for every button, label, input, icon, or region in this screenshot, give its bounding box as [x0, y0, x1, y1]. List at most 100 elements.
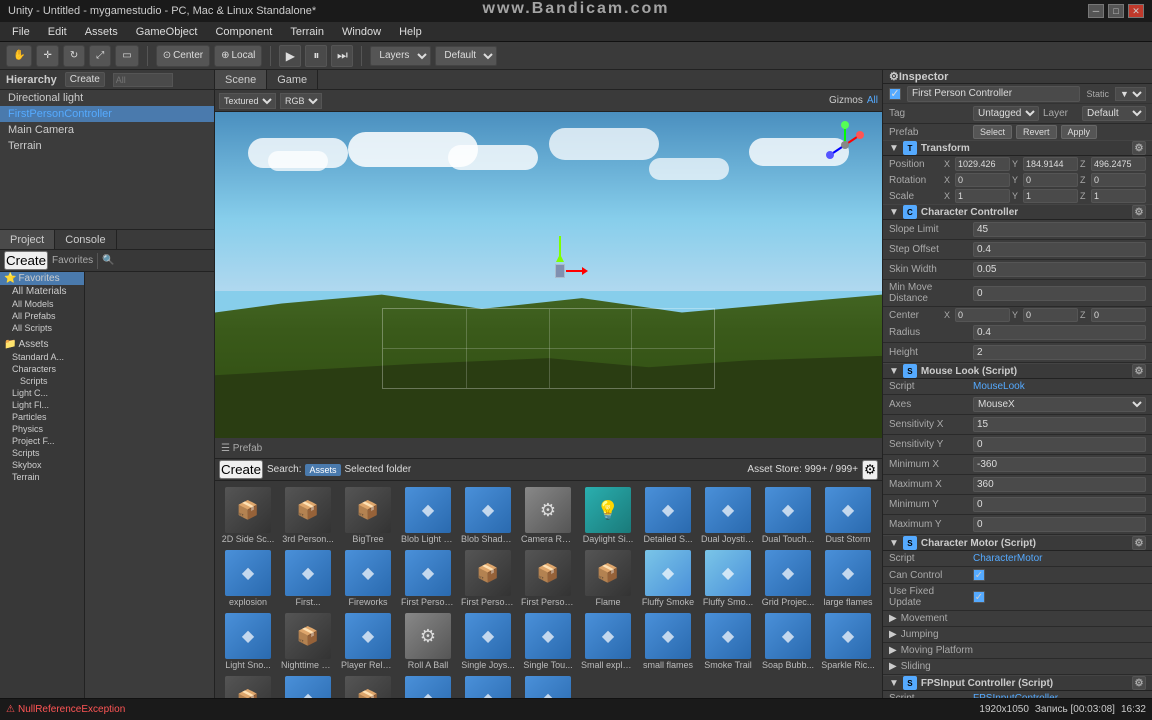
tree-all-models[interactable]: All Models — [0, 298, 84, 310]
asset-item[interactable]: ◆Single Joys... — [459, 611, 517, 672]
rot-y-input[interactable] — [1023, 173, 1078, 187]
asset-item[interactable]: ◆Sparks — [279, 674, 337, 698]
tree-project-f[interactable]: Project F... — [0, 435, 84, 447]
pos-z-input[interactable] — [1091, 157, 1146, 171]
hierarchy-item[interactable]: Directional light — [0, 90, 214, 106]
char-controller-header[interactable]: ▼ C Character Controller ⚙ — [883, 204, 1152, 220]
asset-item[interactable]: 📦BigTree — [339, 485, 397, 546]
use-fixed-checkbox[interactable]: ✓ — [973, 591, 985, 603]
obj-active-checkbox[interactable]: ✓ — [889, 88, 901, 100]
rot-z-input[interactable] — [1091, 173, 1146, 187]
tree-characters[interactable]: Characters — [0, 363, 84, 375]
minimize-button[interactable]: ─ — [1088, 4, 1104, 18]
asset-item[interactable]: ◆Smoke Trail — [699, 611, 757, 672]
hierarchy-item[interactable]: FirstPersonController — [0, 106, 214, 122]
tree-scripts2[interactable]: Scripts — [0, 447, 84, 459]
scale-x-input[interactable] — [955, 189, 1010, 203]
transform-header[interactable]: ▼ T Transform ⚙ — [883, 140, 1152, 156]
asset-item[interactable]: 📦Nighttime S... — [279, 611, 337, 672]
tree-all-prefabs[interactable]: All Prefabs — [0, 310, 84, 322]
asset-item[interactable]: 📦TapToMove... — [339, 674, 397, 698]
center-button[interactable]: ⊙ Center — [156, 45, 210, 67]
transform-cog[interactable]: ⚙ — [1132, 141, 1146, 155]
asset-item[interactable]: ◆Blob Light P... — [399, 485, 457, 546]
menu-item-terrain[interactable]: Terrain — [282, 24, 332, 40]
tree-standard[interactable]: Standard A... — [0, 351, 84, 363]
tab-game[interactable]: Game — [267, 70, 318, 89]
obj-name-input[interactable] — [907, 86, 1080, 102]
rotate-tool[interactable]: ↻ — [63, 45, 85, 67]
asset-item[interactable]: ◆Dual Touch... — [759, 485, 817, 546]
skin-width-input[interactable] — [973, 262, 1146, 277]
tree-light-fl[interactable]: Light Fl... — [0, 399, 84, 411]
move-tool[interactable]: ✛ — [36, 45, 58, 67]
asset-item[interactable]: 📦Sparks — [219, 674, 277, 698]
menu-item-file[interactable]: File — [4, 24, 38, 40]
asset-item[interactable]: ◆Detailed S... — [639, 485, 697, 546]
asset-item[interactable]: 📦Flame — [579, 548, 637, 609]
layers-dropdown[interactable]: Layers — [370, 46, 431, 66]
tree-light-c[interactable]: Light C... — [0, 387, 84, 399]
assets-tab-badge[interactable]: Assets — [305, 464, 340, 476]
rot-x-input[interactable] — [955, 173, 1010, 187]
select-button[interactable]: Select — [973, 125, 1012, 139]
layout-dropdown[interactable]: Default — [435, 46, 497, 66]
asset-item[interactable]: ⚙Roll A Ball — [399, 611, 457, 672]
cm-cog[interactable]: ⚙ — [1132, 536, 1146, 550]
scale-y-input[interactable] — [1023, 189, 1078, 203]
pause-button[interactable]: ⏸ — [305, 45, 327, 67]
menu-item-assets[interactable]: Assets — [77, 24, 126, 40]
assets-settings[interactable]: ⚙ — [862, 460, 878, 480]
local-button[interactable]: ⊕ Local — [214, 45, 262, 67]
rgb-dropdown[interactable]: RGB — [280, 93, 322, 109]
tab-scene[interactable]: Scene — [215, 70, 267, 89]
asset-item[interactable]: ⚙Camera Rel... — [519, 485, 577, 546]
tree-terrain[interactable]: Terrain — [0, 471, 84, 483]
asset-item[interactable]: ◆Light Sno... — [219, 611, 277, 672]
asset-item[interactable]: ◆First... — [279, 548, 337, 609]
center-y-input[interactable] — [1023, 308, 1078, 322]
tree-all-scripts[interactable]: All Scripts — [0, 322, 84, 334]
asset-item[interactable]: 💡Daylight Si... — [579, 485, 637, 546]
mouse-look-header[interactable]: ▼ S Mouse Look (Script) ⚙ — [883, 363, 1152, 379]
slope-input[interactable] — [973, 222, 1146, 237]
asset-item[interactable]: ◆Soap Bubb... — [759, 611, 817, 672]
asset-item[interactable]: ◆Sparkle Ric... — [819, 611, 877, 672]
scale-tool[interactable]: ⤢ — [89, 45, 111, 67]
min-move-input[interactable] — [973, 286, 1146, 301]
rect-tool[interactable]: ▭ — [115, 45, 138, 67]
pos-x-input[interactable] — [955, 157, 1010, 171]
hand-tool[interactable]: ✋ — [6, 45, 32, 67]
asset-item[interactable]: ◆Player Relat... — [339, 611, 397, 672]
play-button[interactable]: ▶ — [279, 45, 301, 67]
center-x-input[interactable] — [955, 308, 1010, 322]
tree-assets[interactable]: 📁 Assets — [0, 338, 84, 351]
height-input[interactable] — [973, 345, 1146, 360]
tree-scripts[interactable]: Scripts — [0, 375, 84, 387]
ml-cog[interactable]: ⚙ — [1132, 364, 1146, 378]
hierarchy-item[interactable]: Terrain — [0, 138, 214, 154]
asset-item[interactable]: 📦First Person... — [459, 548, 517, 609]
tree-physics[interactable]: Physics — [0, 423, 84, 435]
asset-item[interactable]: ◆Water Surfa... — [459, 674, 517, 698]
asset-item[interactable]: ◆Dual Joystic... — [699, 485, 757, 546]
ml-axes-select[interactable]: MouseX — [973, 397, 1146, 412]
cc-cog[interactable]: ⚙ — [1132, 205, 1146, 219]
asset-item[interactable]: 📦2D Side Sc... — [219, 485, 277, 546]
hierarchy-item[interactable]: Main Camera — [0, 122, 214, 138]
tree-favorites[interactable]: ⭐ Favorites — [0, 272, 84, 285]
close-button[interactable]: ✕ — [1128, 4, 1144, 18]
char-motor-header[interactable]: ▼ S Character Motor (Script) ⚙ — [883, 535, 1152, 551]
asset-item[interactable]: ◆small flames — [639, 611, 697, 672]
menu-item-gameobject[interactable]: GameObject — [128, 24, 206, 40]
asset-item[interactable]: ◆Dust Storm — [819, 485, 877, 546]
asset-item[interactable]: ◆First Person... — [399, 548, 457, 609]
tag-select[interactable]: Untagged — [973, 106, 1039, 121]
layer-select[interactable]: Default — [1082, 106, 1146, 121]
tab-console[interactable]: Console — [55, 230, 116, 249]
asset-item[interactable]: ◆Water Foun... — [399, 674, 457, 698]
scene-view[interactable] — [215, 112, 882, 438]
hierarchy-create-button[interactable]: Create — [65, 72, 105, 87]
asset-item[interactable]: ◆Fluffy Smo... — [699, 548, 757, 609]
tree-skybox[interactable]: Skybox — [0, 459, 84, 471]
